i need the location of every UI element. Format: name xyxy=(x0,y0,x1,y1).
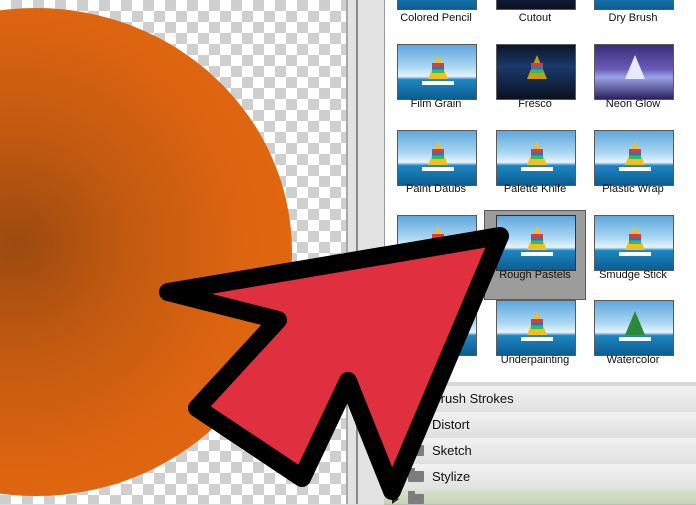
pointer-arrow-icon xyxy=(159,227,509,500)
